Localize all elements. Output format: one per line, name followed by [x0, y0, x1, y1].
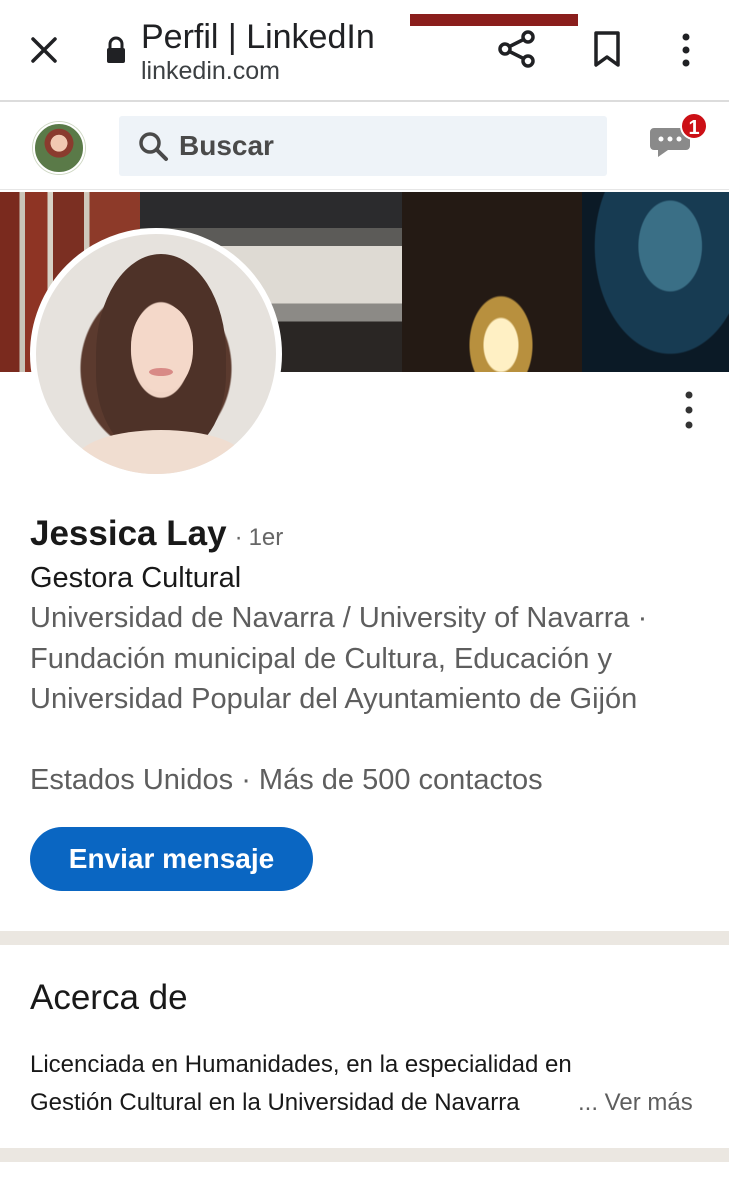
profile-name-row: Jessica Lay · 1er	[30, 512, 283, 556]
linkedin-header: Buscar 1	[0, 104, 729, 190]
about-title: Acerca de	[30, 978, 188, 1017]
page-title: Perfil | LinkedIn	[141, 18, 375, 56]
messaging-badge: 1	[680, 112, 708, 140]
profile-location: Estados Unidos	[30, 764, 234, 796]
location-separator: ·	[241, 764, 251, 796]
photo-lips	[149, 368, 173, 376]
cover-panel-theater-stage	[402, 192, 582, 372]
search-placeholder: Buscar	[179, 130, 274, 161]
user-avatar[interactable]	[33, 122, 85, 174]
degree-separator: ·	[234, 524, 243, 551]
profile-headline: Gestora Cultural	[30, 562, 242, 594]
tab-title-block: Perfil | LinkedIn linkedin.com	[141, 18, 375, 86]
about-text: Licenciada en Humanidades, en la especia…	[30, 1051, 572, 1116]
send-message-button[interactable]: Enviar mensaje	[30, 827, 313, 891]
search-icon	[139, 132, 168, 161]
photo-shoulder	[76, 430, 246, 474]
profile-name: Jessica Lay	[30, 514, 227, 553]
stage-curtain	[410, 14, 578, 26]
page-url[interactable]: linkedin.com	[141, 56, 375, 86]
profile-education: Universidad de Navarra / University of N…	[30, 602, 648, 715]
close-icon[interactable]	[28, 34, 60, 66]
connections-count[interactable]: Más de 500 contactos	[259, 764, 543, 796]
more-vert-icon[interactable]	[678, 32, 694, 68]
photo-face	[131, 304, 193, 392]
search-input[interactable]: Buscar	[119, 116, 607, 176]
see-more-link[interactable]: ... Ver más	[578, 1084, 693, 1122]
section-divider-bottom	[0, 1148, 729, 1162]
profile-location-row: Estados Unidos · Más de 500 contactos	[30, 760, 543, 800]
share-icon[interactable]	[496, 28, 538, 70]
profile-photo[interactable]	[30, 228, 282, 480]
profile-more-vert-icon[interactable]	[680, 390, 698, 430]
cover-panel-performance	[582, 192, 729, 372]
bookmark-icon[interactable]	[592, 30, 622, 68]
browser-toolbar: Perfil | LinkedIn linkedin.com	[0, 0, 729, 102]
lock-icon	[107, 36, 125, 63]
connection-degree: 1er	[248, 524, 284, 551]
section-divider	[0, 931, 729, 945]
